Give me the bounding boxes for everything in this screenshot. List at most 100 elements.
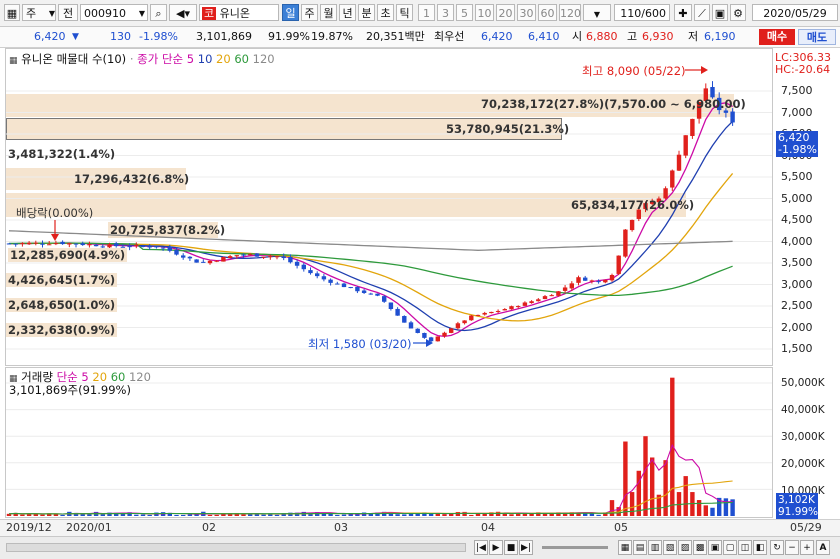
y-tick: 2,500 xyxy=(781,299,813,312)
candle-body xyxy=(475,314,481,316)
candle-body xyxy=(167,246,172,251)
candle-body xyxy=(60,241,65,245)
candle-body xyxy=(382,296,387,302)
candle-body xyxy=(529,301,534,304)
profile-label: 2,332,638(0.9%) xyxy=(6,323,118,337)
candle-body xyxy=(187,256,193,259)
candle-body xyxy=(234,255,239,257)
candle-body xyxy=(281,256,286,259)
candle-body xyxy=(589,280,595,282)
layout-icon[interactable]: ▢ xyxy=(723,540,737,555)
y-tick: 4,000 xyxy=(781,235,813,248)
y-tick: 2,000 xyxy=(781,321,813,334)
layout-icon[interactable]: ▧ xyxy=(663,540,677,555)
candle-body xyxy=(40,243,45,245)
candle-body xyxy=(361,290,367,293)
profile-label: 12,285,690(4.9%) xyxy=(8,248,128,262)
candle-body xyxy=(676,154,682,171)
candle-body xyxy=(6,243,12,245)
candle-body xyxy=(542,296,548,300)
candle-body xyxy=(140,246,146,248)
candle-body xyxy=(502,309,507,311)
layout-icon[interactable]: ▨ xyxy=(678,540,692,555)
profile-label: 3,481,322(1.4%) xyxy=(8,147,116,161)
price-panel-title: 유니온 매물대 수(10) xyxy=(21,52,127,66)
candle-body xyxy=(301,264,306,270)
x-tick: 05 xyxy=(614,521,628,534)
candle-body xyxy=(583,277,588,281)
candle-body xyxy=(114,243,119,247)
candle-body xyxy=(315,273,320,277)
zoom-slider[interactable] xyxy=(542,546,608,549)
candle-body xyxy=(442,332,447,337)
candle-body xyxy=(53,243,59,245)
candle-body xyxy=(241,254,246,256)
candle-body xyxy=(422,332,427,338)
x-axis: 2019/12 2020/01 02 03 04 05 05/29 xyxy=(0,519,840,536)
candle-body xyxy=(388,302,394,310)
candle-body xyxy=(67,243,72,245)
vol-y-tick: 30,000K xyxy=(781,431,825,443)
candle-body xyxy=(127,246,132,248)
dividend-note: 배당락(0.00%) xyxy=(16,206,94,220)
candle-body xyxy=(408,322,414,329)
y-tick: 3,500 xyxy=(781,256,813,269)
layout-icon[interactable]: ◫ xyxy=(738,540,752,555)
price-panel-header: ▦ 유니온 매물대 수(10) · 종가 단순 5 10 20 60 120 xyxy=(9,52,275,66)
stop-icon[interactable]: ■ xyxy=(504,540,518,555)
scroll-first-icon[interactable]: |◀ xyxy=(474,540,488,555)
candle-body xyxy=(221,257,226,262)
candle-body xyxy=(462,320,467,324)
candle-body xyxy=(268,256,273,258)
horizontal-scrollbar[interactable] xyxy=(6,543,466,552)
layout-icon[interactable]: ▦ xyxy=(618,540,632,555)
candle-body xyxy=(13,243,18,245)
candle-body xyxy=(415,328,420,333)
volume-summary: 3,101,869주(91.99%) xyxy=(9,383,131,397)
ma60-label: 60 xyxy=(234,52,249,66)
refresh-icon[interactable]: ↻ xyxy=(770,540,784,555)
candle-body xyxy=(395,308,400,316)
panel-grid-icon: ▦ xyxy=(9,56,18,66)
current-price-tag: 6,420 -1.98% xyxy=(776,131,818,157)
dividend-arrow-icon xyxy=(51,234,59,241)
zoom-out-icon[interactable]: − xyxy=(785,540,799,555)
font-size-icon[interactable]: A xyxy=(816,540,830,555)
candle-body xyxy=(522,302,528,306)
play-icon[interactable]: ▶ xyxy=(489,540,503,555)
candle-body xyxy=(80,243,85,246)
layout-icon[interactable]: ◧ xyxy=(753,540,767,555)
candle-body xyxy=(308,270,313,274)
candle-body xyxy=(670,170,675,188)
y-tick: 3,000 xyxy=(781,278,813,291)
ma10-label: 10 xyxy=(197,52,213,66)
high-note: 최고 8,090 (05/22) xyxy=(582,64,686,78)
candle-body xyxy=(214,260,219,262)
candle-body xyxy=(368,293,373,295)
low-note: 최저 1,580 (03/20) xyxy=(308,337,412,351)
layout-icon[interactable]: ▤ xyxy=(633,540,647,555)
candle-body xyxy=(375,293,380,296)
y-tick: 5,000 xyxy=(781,192,813,205)
layout-icon[interactable]: ▥ xyxy=(648,540,662,555)
candle-body xyxy=(596,281,601,283)
candle-body xyxy=(47,244,52,246)
candle-body xyxy=(556,291,561,296)
candle-body xyxy=(469,315,474,321)
current-volume-value: 3,102K xyxy=(778,494,815,506)
candle-body xyxy=(489,311,494,314)
layout-icon[interactable]: ▣ xyxy=(708,540,722,555)
candle-body xyxy=(174,250,179,255)
ma-label: 종가 단순 xyxy=(137,52,184,66)
scroll-last-icon[interactable]: ▶| xyxy=(519,540,533,555)
ma120-label: 120 xyxy=(252,52,275,66)
zoom-in-icon[interactable]: + xyxy=(800,540,814,555)
y-tick: 7,500 xyxy=(781,84,813,97)
candle-body xyxy=(207,260,213,264)
layout-icon[interactable]: ▩ xyxy=(693,540,707,555)
candle-body xyxy=(194,259,199,263)
y-tick: 5,500 xyxy=(781,170,813,183)
x-tick: 02 xyxy=(202,521,216,534)
x-end-label: 05/29 xyxy=(790,521,822,534)
bottom-toolbar: |◀ ▶ ■ ▶| ▦ ▤ ▥ ▧ ▨ ▩ ▣ ▢ ◫ ◧ ↻ − + A xyxy=(0,536,840,559)
